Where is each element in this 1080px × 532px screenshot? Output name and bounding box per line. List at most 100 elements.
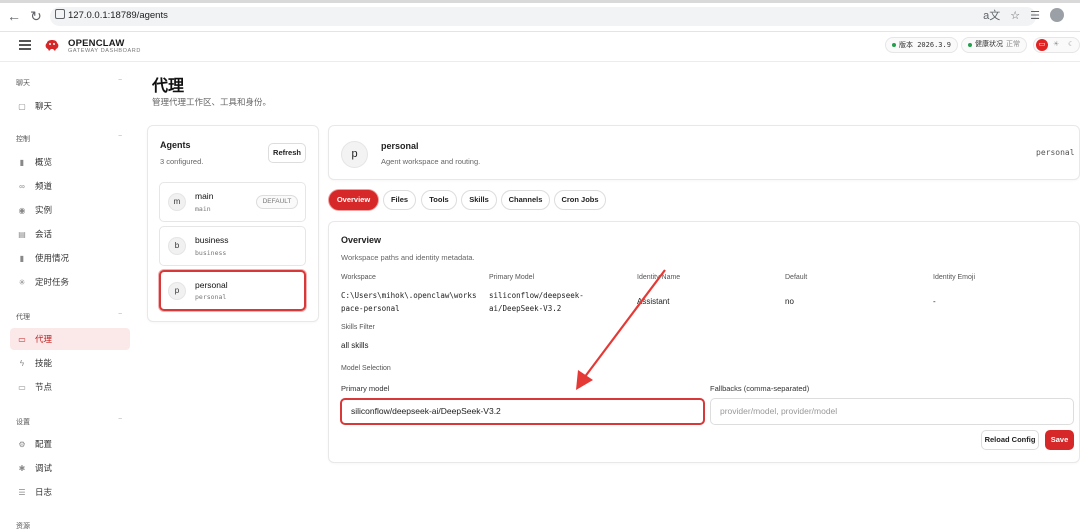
primary-model-value-line1: siliconflow/deepseek- [489, 291, 584, 300]
default-badge: DEFAULT [256, 195, 298, 209]
status-dot-icon [892, 43, 896, 47]
profile-avatar[interactable] [1050, 8, 1064, 27]
agent-avatar: p [341, 141, 368, 168]
primary-model-label: Primary Model [489, 274, 535, 281]
url-text[interactable]: 127.0.0.1:18789/agents [68, 10, 168, 21]
sidebar-item-label: 日志 [35, 487, 53, 497]
primary-model-value-line2: ai/DeepSeek-V3.2 [489, 304, 562, 313]
agent-id: main [195, 205, 211, 213]
folder-icon: ▭ [18, 334, 26, 344]
version-label: 版本 2026.3.9 [899, 41, 951, 49]
fallbacks-label: Fallbacks (comma-separated) [710, 384, 810, 393]
sidebar-item-agents[interactable]: ▭ 代理 [10, 328, 130, 350]
gear-icon: ⚙ [18, 439, 26, 449]
collapse-icon[interactable]: − [118, 311, 122, 318]
favorites-icon[interactable]: ☰ [1030, 8, 1040, 27]
fallbacks-input[interactable]: provider/model, provider/model [710, 398, 1074, 425]
refresh-button[interactable]: Refresh [268, 143, 306, 163]
tab-files[interactable]: Files [383, 190, 416, 210]
agent-id-label: personal [1036, 148, 1075, 157]
model-selection-label: Model Selection [341, 365, 391, 372]
address-bar[interactable] [50, 7, 1036, 26]
sidebar-item-config[interactable]: ⚙ 配置 [10, 433, 130, 455]
default-value: no [785, 297, 794, 306]
sidebar-item-chat[interactable]: ▢ 聊天 [10, 95, 130, 117]
sidebar-item-instances[interactable]: ◉ 实例 [10, 199, 130, 221]
section-chat: 聊天 [16, 80, 30, 87]
sun-icon[interactable]: ☀ [1053, 40, 1059, 48]
star-icon[interactable]: ☆ [1010, 8, 1020, 27]
sidebar-item-label: 节点 [35, 382, 53, 392]
section-control: 控制 [16, 136, 30, 143]
identity-emoji-label: Identity Emoji [933, 274, 976, 281]
openclaw-logo-icon [45, 40, 59, 51]
sidebar-item-nodes[interactable]: ▭ 节点 [10, 376, 130, 398]
agent-id: personal [195, 293, 227, 301]
reload-config-button[interactable]: Reload Config [981, 430, 1039, 450]
document-icon: ▤ [18, 229, 26, 239]
page-title: 代理 [152, 78, 185, 95]
identity-emoji-value: - [933, 297, 936, 306]
collapse-icon[interactable]: − [118, 416, 122, 423]
tab-channels[interactable]: Channels [501, 190, 550, 210]
moon-icon[interactable]: ☾ [1068, 40, 1074, 48]
identity-name-label: Identity Name [637, 274, 681, 281]
agent-name: business [195, 235, 229, 245]
collapse-icon[interactable]: − [118, 77, 122, 84]
monitor-icon: ▭ [18, 382, 26, 392]
agent-avatar: p [168, 282, 186, 300]
sidebar-item-usage[interactable]: ▮ 使用情况 [10, 247, 130, 269]
tab-overview[interactable]: Overview [329, 190, 378, 210]
reload-icon[interactable]: ↻ [28, 8, 44, 24]
sparkle-icon: ✳ [18, 277, 26, 287]
sidebar-item-logs[interactable]: ☰ 日志 [10, 481, 130, 503]
health-value: 正常 [1006, 41, 1020, 48]
agent-header-card [328, 125, 1080, 180]
bar-chart-icon: ▮ [19, 157, 25, 167]
sidebar-item-label: 聊天 [35, 101, 53, 111]
brand-subtitle: GATEWAY DASHBOARD [68, 48, 141, 54]
translate-icon[interactable]: a文 [983, 8, 1000, 27]
sidebar-item-skills[interactable]: ϟ 技能 [10, 352, 130, 374]
health-label: 健康状况 [975, 41, 1003, 48]
agent-name: personal [195, 280, 228, 290]
primary-model-input[interactable]: siliconflow/deepseek-ai/DeepSeek-V3.2 [340, 398, 705, 425]
status-dot-icon [968, 43, 972, 47]
health-pill: 健康状况 正常 [961, 37, 1027, 53]
version-pill: 版本 2026.3.9 [885, 37, 958, 53]
sidebar-item-cron[interactable]: ✳ 定时任务 [10, 271, 130, 293]
agent-avatar: m [168, 193, 186, 211]
sidebar-item-label: 定时任务 [35, 277, 70, 287]
tab-tools[interactable]: Tools [421, 190, 457, 210]
sidebar-item-label: 代理 [35, 334, 53, 344]
sidebar-item-label: 频道 [35, 181, 53, 191]
workspace-label: Workspace [341, 274, 376, 281]
bar-chart-icon: ▮ [19, 253, 25, 263]
monitor-mode-icon[interactable]: ▭ [1036, 39, 1048, 51]
lightning-icon: ϟ [19, 358, 25, 368]
primary-model-input-label: Primary model [341, 384, 390, 393]
collapse-icon[interactable]: − [118, 133, 122, 140]
tab-cron-jobs[interactable]: Cron Jobs [554, 190, 606, 210]
section-settings: 设置 [16, 419, 30, 426]
back-icon[interactable]: ← [6, 8, 22, 24]
agent-title: personal [381, 141, 419, 151]
bug-icon: ✱ [18, 463, 26, 473]
sidebar-item-overview[interactable]: ▮ 概览 [10, 151, 130, 173]
page-subtitle: 管理代理工作区、工具和身份。 [152, 97, 272, 107]
sidebar-item-label: 调试 [35, 463, 53, 473]
site-info-icon[interactable] [55, 9, 65, 19]
default-label: Default [785, 274, 808, 281]
link-icon: ∞ [19, 181, 25, 191]
section-agents: 代理 [16, 314, 30, 321]
agent-id: business [195, 249, 227, 257]
tab-skills[interactable]: Skills [461, 190, 497, 210]
save-button[interactable]: Save [1045, 430, 1074, 450]
menu-icon[interactable] [19, 40, 31, 50]
sidebar-item-label: 使用情况 [35, 253, 70, 263]
radio-icon: ◉ [18, 205, 26, 215]
sidebar-item-debug[interactable]: ✱ 调试 [10, 457, 130, 479]
workspace-value-line1: C:\Users\mihok\.openclaw\works [341, 291, 477, 300]
sidebar-item-sessions[interactable]: ▤ 会话 [10, 223, 130, 245]
sidebar-item-channels[interactable]: ∞ 频道 [10, 175, 130, 197]
